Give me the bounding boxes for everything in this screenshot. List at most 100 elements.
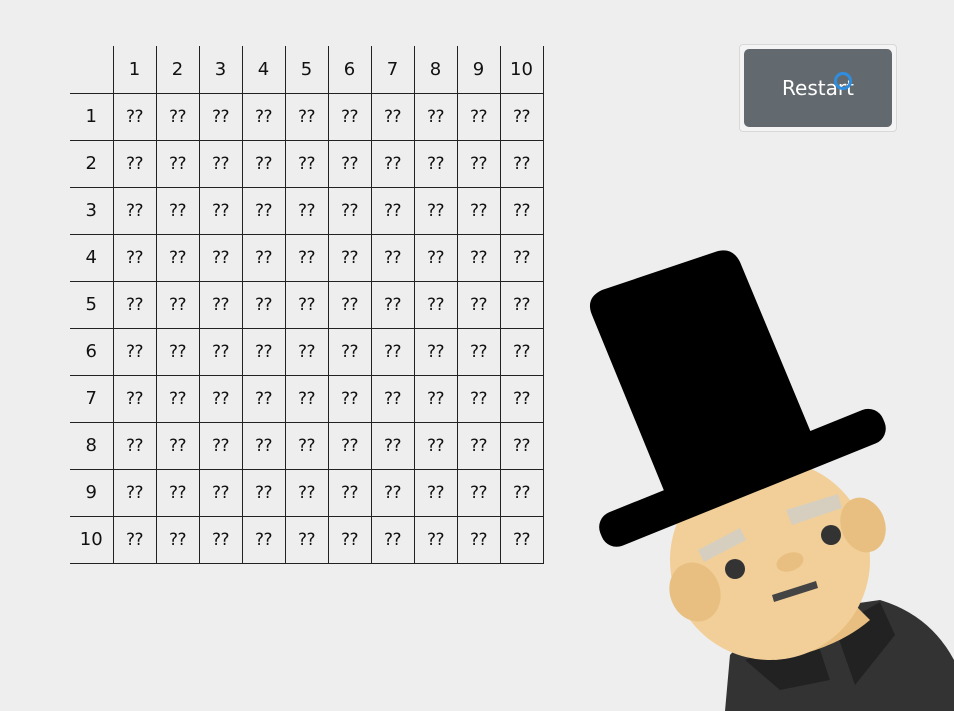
grid-cell[interactable]: ?? [198, 139, 243, 188]
grid-cell[interactable]: ?? [241, 515, 286, 564]
grid-cell[interactable]: ?? [284, 233, 329, 282]
grid-cell[interactable]: ?? [499, 421, 544, 470]
grid-cell[interactable]: ?? [284, 374, 329, 423]
grid-cell[interactable]: ?? [456, 468, 501, 517]
grid-cell[interactable]: ?? [112, 327, 157, 376]
grid-cell[interactable]: ?? [456, 374, 501, 423]
grid-cell[interactable]: ?? [327, 468, 372, 517]
grid-cell[interactable]: ?? [499, 468, 544, 517]
grid-cell[interactable]: ?? [198, 327, 243, 376]
grid-cell[interactable]: ?? [155, 280, 200, 329]
grid-cell[interactable]: ?? [370, 139, 415, 188]
grid-cell[interactable]: ?? [198, 280, 243, 329]
grid-cell[interactable]: ?? [327, 421, 372, 470]
grid-cell[interactable]: ?? [284, 421, 329, 470]
grid-cell[interactable]: ?? [198, 515, 243, 564]
grid-cell[interactable]: ?? [413, 468, 458, 517]
grid-cell[interactable]: ?? [241, 92, 286, 141]
grid-cell[interactable]: ?? [327, 515, 372, 564]
grid-cell[interactable]: ?? [499, 515, 544, 564]
grid-cell[interactable]: ?? [370, 468, 415, 517]
grid-cell[interactable]: ?? [499, 92, 544, 141]
grid-cell[interactable]: ?? [241, 327, 286, 376]
grid-cell[interactable]: ?? [456, 421, 501, 470]
grid-cell[interactable]: ?? [241, 280, 286, 329]
grid-cell[interactable]: ?? [284, 92, 329, 141]
grid-cell[interactable]: ?? [370, 421, 415, 470]
grid-cell[interactable]: ?? [198, 421, 243, 470]
grid-cell[interactable]: ?? [112, 280, 157, 329]
grid-cell[interactable]: ?? [155, 92, 200, 141]
grid-cell[interactable]: ?? [241, 421, 286, 470]
grid-cell[interactable]: ?? [327, 139, 372, 188]
grid-cell[interactable]: ?? [155, 233, 200, 282]
grid-cell[interactable]: ?? [499, 233, 544, 282]
grid-cell[interactable]: ?? [456, 186, 501, 235]
grid-cell[interactable]: ?? [198, 233, 243, 282]
grid-cell[interactable]: ?? [413, 327, 458, 376]
grid-cell[interactable]: ?? [413, 233, 458, 282]
grid-cell[interactable]: ?? [112, 139, 157, 188]
grid-cell[interactable]: ?? [112, 468, 157, 517]
grid-cell[interactable]: ?? [370, 186, 415, 235]
grid-cell[interactable]: ?? [284, 280, 329, 329]
grid-cell[interactable]: ?? [499, 186, 544, 235]
grid-cell[interactable]: ?? [112, 374, 157, 423]
grid-cell[interactable]: ?? [413, 421, 458, 470]
grid-cell[interactable]: ?? [413, 92, 458, 141]
grid-cell[interactable]: ?? [456, 139, 501, 188]
grid-cell[interactable]: ?? [112, 92, 157, 141]
grid-cell[interactable]: ?? [155, 421, 200, 470]
grid-cell[interactable]: ?? [370, 515, 415, 564]
grid-cell[interactable]: ?? [241, 186, 286, 235]
grid-cell[interactable]: ?? [370, 374, 415, 423]
grid-cell[interactable]: ?? [327, 92, 372, 141]
grid-cell[interactable]: ?? [370, 280, 415, 329]
grid-cell[interactable]: ?? [499, 374, 544, 423]
grid-cell[interactable]: ?? [413, 515, 458, 564]
grid-cell[interactable]: ?? [155, 468, 200, 517]
grid-cell[interactable]: ?? [155, 515, 200, 564]
grid-cell[interactable]: ?? [284, 139, 329, 188]
grid-cell[interactable]: ?? [499, 139, 544, 188]
grid-cell[interactable]: ?? [327, 233, 372, 282]
grid-cell[interactable]: ?? [241, 139, 286, 188]
grid-cell[interactable]: ?? [112, 515, 157, 564]
grid-cell[interactable]: ?? [241, 233, 286, 282]
grid-cell[interactable]: ?? [370, 92, 415, 141]
grid-cell[interactable]: ?? [198, 92, 243, 141]
grid-cell[interactable]: ?? [499, 327, 544, 376]
grid-cell[interactable]: ?? [413, 139, 458, 188]
grid-cell[interactable]: ?? [413, 374, 458, 423]
restart-button[interactable]: Restart [744, 49, 892, 127]
grid-cell[interactable]: ?? [155, 327, 200, 376]
grid-cell[interactable]: ?? [370, 327, 415, 376]
grid-cell[interactable]: ?? [456, 327, 501, 376]
grid-cell[interactable]: ?? [284, 186, 329, 235]
grid-cell[interactable]: ?? [456, 515, 501, 564]
grid-cell[interactable]: ?? [327, 327, 372, 376]
grid-cell[interactable]: ?? [413, 280, 458, 329]
grid-cell[interactable]: ?? [241, 468, 286, 517]
grid-cell[interactable]: ?? [155, 374, 200, 423]
grid-cell[interactable]: ?? [112, 186, 157, 235]
grid-cell[interactable]: ?? [155, 139, 200, 188]
grid-cell[interactable]: ?? [284, 515, 329, 564]
grid-cell[interactable]: ?? [456, 92, 501, 141]
grid-cell[interactable]: ?? [155, 186, 200, 235]
grid-cell[interactable]: ?? [198, 374, 243, 423]
grid-cell[interactable]: ?? [327, 374, 372, 423]
grid-cell[interactable]: ?? [198, 186, 243, 235]
grid-cell[interactable]: ?? [112, 421, 157, 470]
grid-cell[interactable]: ?? [499, 280, 544, 329]
grid-cell[interactable]: ?? [413, 186, 458, 235]
grid-cell[interactable]: ?? [456, 233, 501, 282]
grid-cell[interactable]: ?? [198, 468, 243, 517]
grid-cell[interactable]: ?? [284, 468, 329, 517]
grid-cell[interactable]: ?? [241, 374, 286, 423]
grid-cell[interactable]: ?? [370, 233, 415, 282]
grid-cell[interactable]: ?? [112, 233, 157, 282]
grid-cell[interactable]: ?? [456, 280, 501, 329]
grid-cell[interactable]: ?? [327, 186, 372, 235]
grid-cell[interactable]: ?? [327, 280, 372, 329]
